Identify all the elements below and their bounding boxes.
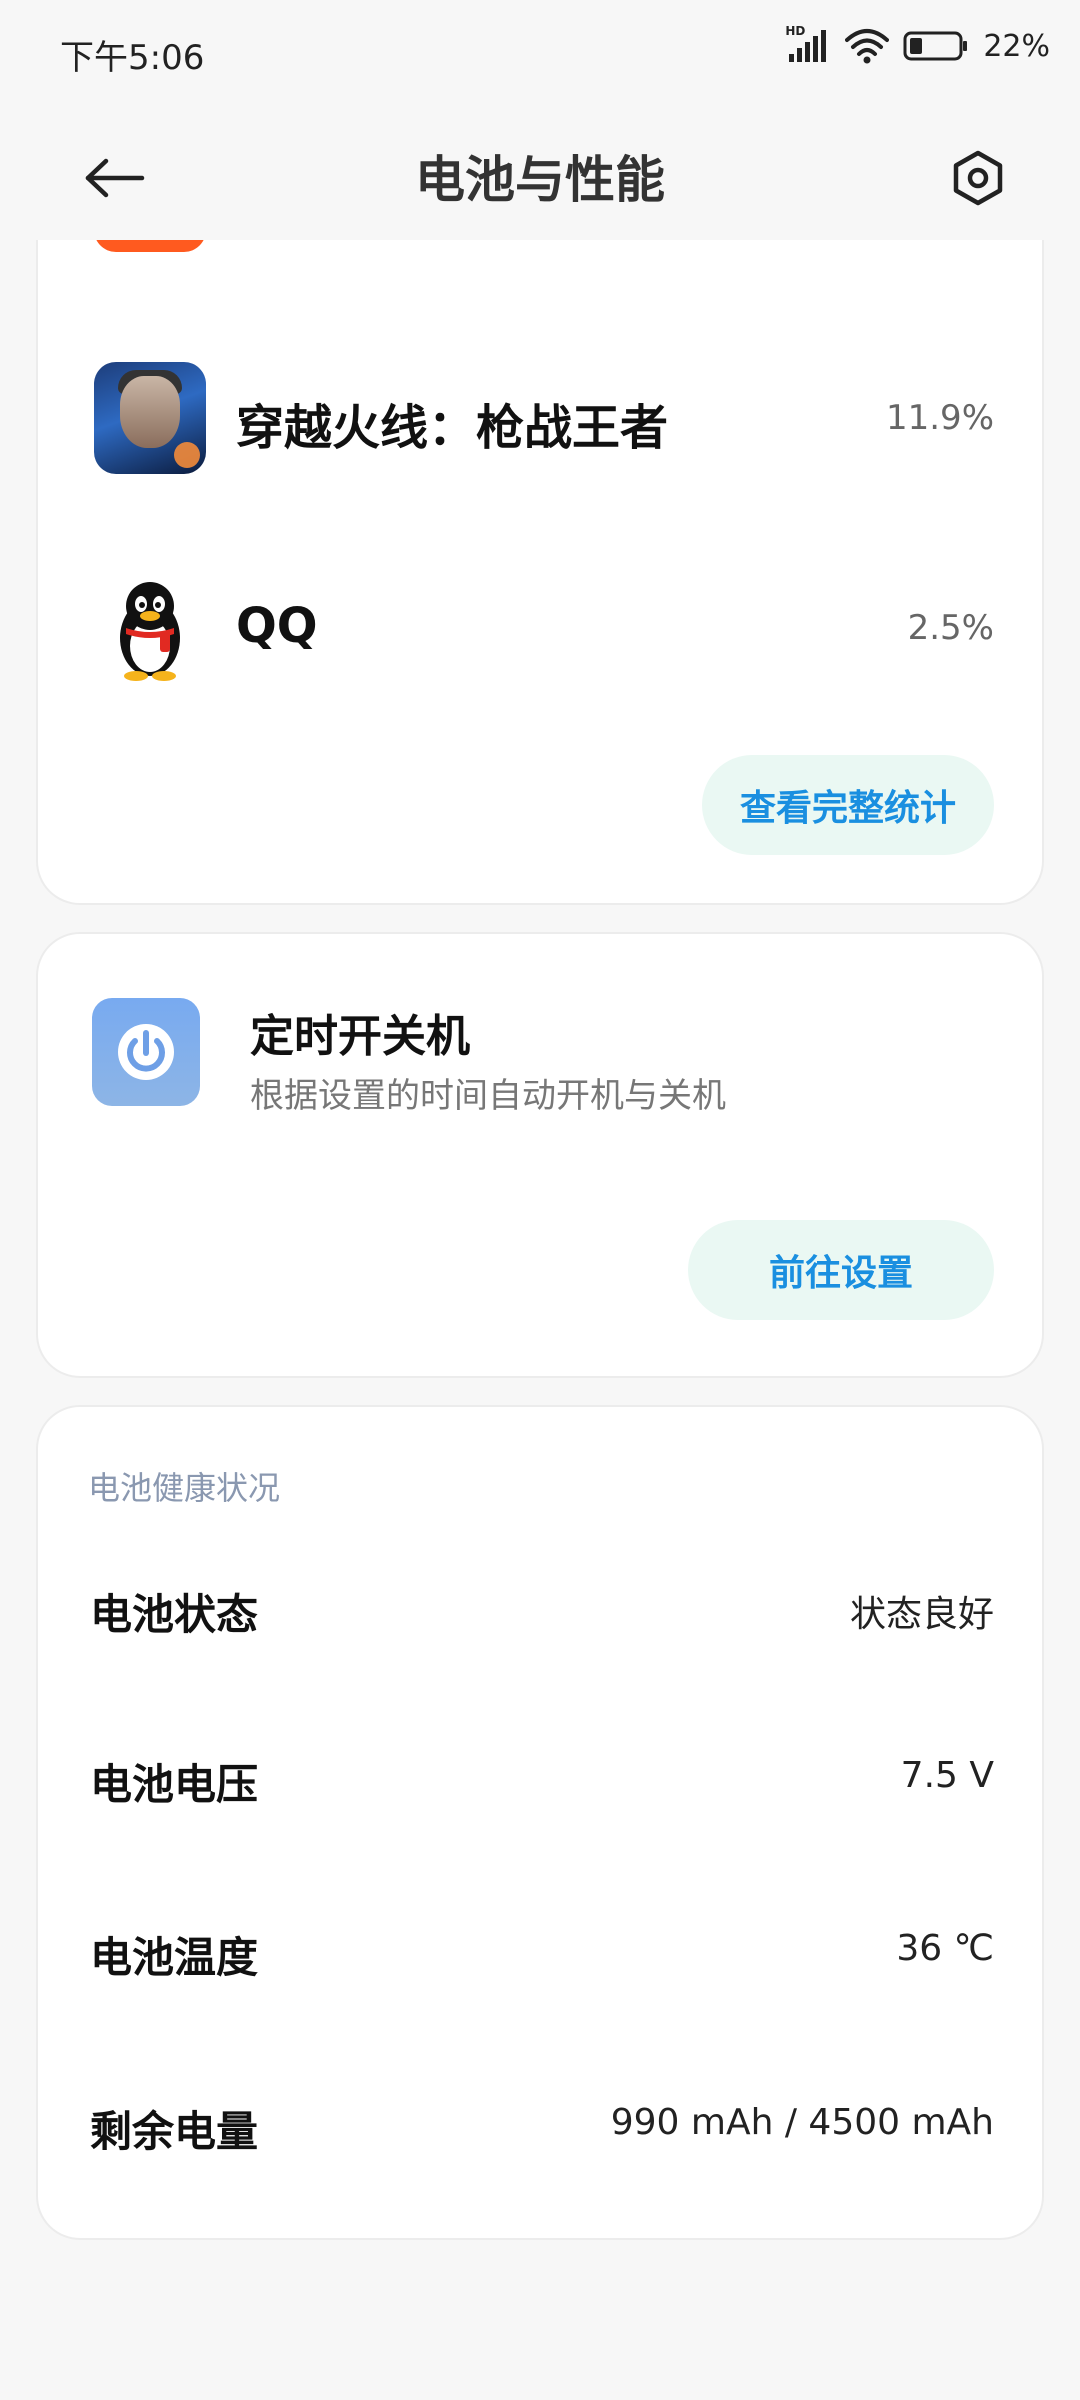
scheduled-power-card[interactable]: 定时开关机 根据设置的时间自动开机与关机 前往设置 — [36, 932, 1044, 1378]
row-value: 36 ℃ — [896, 1928, 994, 1969]
status-icons: HD 22% — [785, 24, 1050, 64]
row-label: 剩余电量 — [90, 2107, 259, 2156]
app-percent: 11.9% — [885, 398, 994, 438]
page-title: 电池与性能 — [415, 151, 665, 209]
app-name: 穿越火线：枪战王者 — [236, 400, 669, 456]
power-timer-icon — [92, 998, 200, 1106]
battery-health-card: 电池健康状况 电池状态 状态良好 电池电压 7.5 V 电池温度 36 ℃ 剩余… — [36, 1405, 1044, 2240]
header: 电池与性能 — [0, 110, 1080, 240]
row-label: 电池电压 — [90, 1760, 259, 1809]
status-time: 下午5:06 — [60, 38, 205, 78]
app-name: QQ — [236, 598, 318, 654]
section-label: 电池健康状况 — [88, 1469, 281, 1507]
settings-button[interactable] — [946, 146, 1010, 210]
scheduled-power-title: 定时开关机 — [250, 1011, 470, 1062]
qq-penguin-icon — [94, 572, 206, 684]
battery-temperature-row: 电池温度 36 ℃ — [38, 1912, 1042, 1992]
crossfire-app-icon — [94, 362, 206, 474]
battery-status-row: 电池状态 状态良好 — [38, 1569, 1042, 1649]
app-usage-row[interactable]: 穿越火线：枪战王者 11.9% — [38, 362, 1042, 474]
row-value: 7.5 V — [900, 1755, 994, 1796]
app-percent: 2.5% — [907, 608, 994, 648]
signal-icon: HD — [785, 24, 831, 64]
battery-percent: 22% — [983, 28, 1050, 64]
remaining-capacity-row: 剩余电量 990 mAh / 4500 mAh — [38, 2086, 1042, 2166]
app-usage-card: 穿越火线：枪战王者 11.9% QQ 2.5% 查看完整统计 — [36, 140, 1044, 905]
battery-voltage-row: 电池电压 7.5 V — [38, 1739, 1042, 1819]
app-usage-row[interactable]: QQ 2.5% — [38, 572, 1042, 684]
battery-icon — [903, 30, 969, 62]
row-value: 990 mAh / 4500 mAh — [610, 2102, 994, 2143]
row-label: 电池状态 — [90, 1590, 259, 1639]
hexagon-settings-icon — [953, 150, 1003, 206]
wifi-icon — [845, 28, 890, 64]
row-label: 电池温度 — [90, 1933, 259, 1982]
scheduled-power-subtitle: 根据设置的时间自动开机与关机 — [250, 1076, 726, 1116]
status-bar: 下午5:06 HD 22% — [0, 0, 1080, 110]
go-to-settings-button[interactable]: 前往设置 — [688, 1220, 994, 1320]
row-value: 状态良好 — [849, 1594, 994, 1635]
view-full-stats-button[interactable]: 查看完整统计 — [701, 755, 994, 855]
